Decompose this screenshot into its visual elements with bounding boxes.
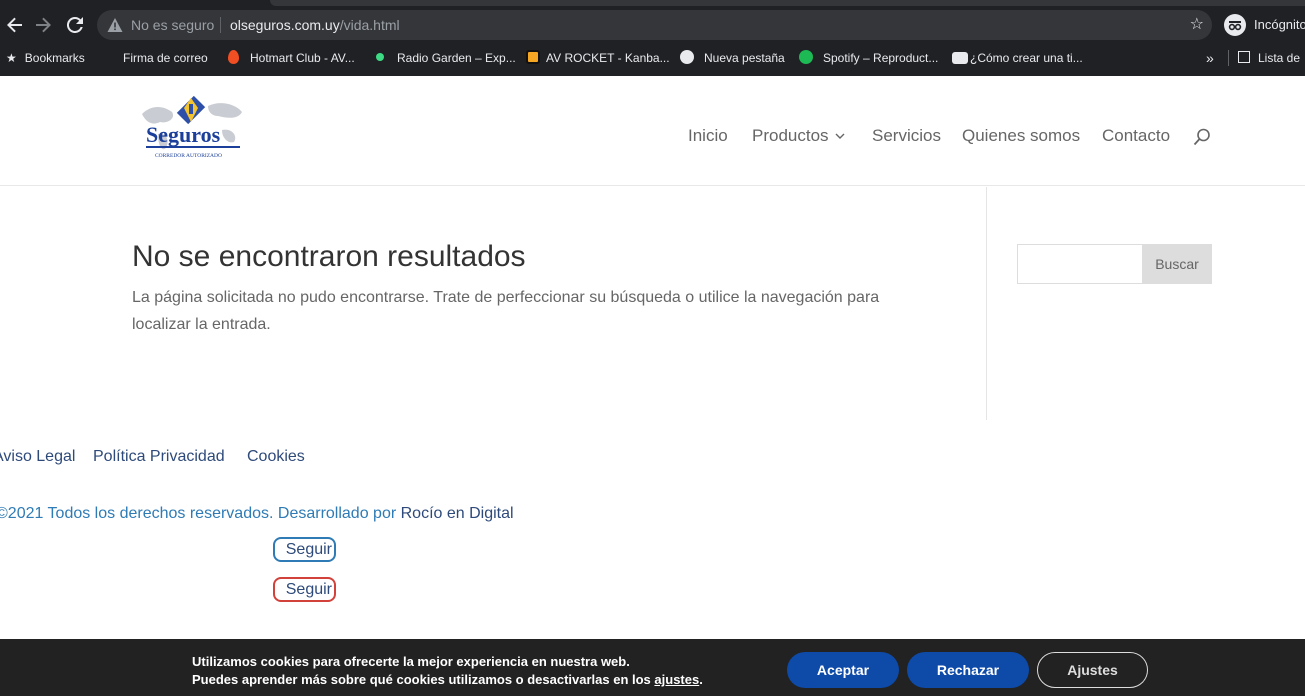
footer-link-cookies[interactable]: Cookies [247,448,305,466]
incognito-icon [1224,14,1246,36]
back-button[interactable] [0,8,30,42]
bookmark-label: Radio Garden – Exp... [397,51,516,65]
bookmark-label: Spotify – Reproduct... [823,51,939,65]
logo-image: Seguros CORREDOR AUTORIZADO [142,95,242,159]
back-arrow-icon [7,17,22,33]
incognito-indicator[interactable]: Incógnito [1222,8,1305,42]
av-rocket-icon [526,50,540,64]
bookmarks-bar: ★ Bookmarks Firma de correo Hotmart Club … [0,44,1305,72]
sidebar-divider [986,187,987,420]
sidebar-search-button[interactable]: Buscar [1142,244,1212,284]
nav-productos-label: Productos [752,126,829,145]
forward-button[interactable] [28,8,58,42]
sidebar-search-input[interactable] [1017,244,1143,284]
globe-icon [680,50,694,64]
bookmark-bookmarks[interactable]: ★ Bookmarks [6,44,85,72]
reading-list-label: Lista de [1258,51,1301,65]
more-bookmarks-button[interactable]: » [1206,44,1214,72]
cookie-line2-suffix: . [699,672,703,687]
url-path: /vida.html [339,17,400,33]
logo-subtext: CORREDOR AUTORIZADO [155,153,222,159]
tab-strip-edge [270,0,1305,6]
bookmark-radio-garden[interactable]: Radio Garden – Exp... [376,44,516,72]
footer-link-politica-privacidad[interactable]: Política Privacidad [93,448,225,466]
bookmarks-divider [1228,50,1229,66]
not-secure-label: No es seguro [131,17,215,33]
bookmark-star-icon[interactable]: ☆ [1190,10,1204,40]
site-logo[interactable]: Seguros CORREDOR AUTORIZADO [138,94,246,164]
bookmark-spotify[interactable]: Spotify – Reproduct... [799,44,938,72]
nav-productos[interactable]: Productos [752,126,845,146]
sidebar-search-form: Buscar [1017,244,1212,284]
blank-page-icon [107,50,117,64]
bookmark-firma-de-correo[interactable]: Firma de correo [107,44,208,72]
forward-arrow-icon [36,17,51,33]
accept-cookies-button[interactable]: Aceptar [787,652,899,688]
bookmark-label: Bookmarks [24,51,85,65]
radio-garden-icon [376,53,384,61]
bookmark-label: AV ROCKET - Kanba... [546,51,670,65]
page-title: No se encontraron resultados [132,240,526,273]
bookmark-label: Firma de correo [123,51,208,65]
reject-cookies-button[interactable]: Rechazar [907,652,1029,688]
reading-list-icon [1238,51,1250,63]
author-link[interactable]: Rocío en Digital [401,505,514,522]
follow-button-red[interactable]: Seguir [273,577,336,602]
footer-copyright: ©2021 Todos los derechos reservados. Des… [0,505,514,523]
reload-icon [66,16,83,33]
reload-button[interactable] [60,8,90,42]
url-text[interactable]: olseguros.com.uy/vida.html [230,10,400,40]
bookmark-av-rocket[interactable]: AV ROCKET - Kanba... [526,44,670,72]
codex-icon [952,52,968,64]
bookmark-hotmart[interactable]: Hotmart Club - AV... [228,44,355,72]
spotify-icon [799,50,813,64]
nav-contacto[interactable]: Contacto [1102,126,1170,146]
address-separator [220,17,221,33]
browser-toolbar: No es seguro olseguros.com.uy/vida.html … [0,8,1305,42]
url-domain: olseguros.com.uy [230,17,340,33]
cookie-consent-bar: Utilizamos cookies para ofrecerte la mej… [0,639,1305,696]
cookie-message: Utilizamos cookies para ofrecerte la mej… [192,653,703,689]
browser-chrome: No es seguro olseguros.com.uy/vida.html … [0,0,1305,76]
follow-button-blue[interactable]: Seguir [273,537,336,562]
star-icon: ★ [6,51,17,65]
cookie-settings-button[interactable]: Ajustes [1037,652,1148,688]
nav-quienes-somos[interactable]: Quienes somos [962,126,1080,146]
nav-servicios[interactable]: Servicios [872,126,941,146]
cookie-message-line1: Utilizamos cookies para ofrecerte la mej… [192,654,630,669]
warning-icon [107,18,123,32]
chevron-down-icon [835,133,845,139]
search-icon[interactable] [1193,128,1211,146]
cookie-message-line2: Puedes aprender más sobre qué cookies ut… [192,671,703,689]
cookie-settings-link[interactable]: ajustes [654,672,699,687]
nav-inicio[interactable]: Inicio [688,126,728,146]
cookie-line2-prefix: Puedes aprender más sobre qué cookies ut… [192,672,651,687]
not-found-message: La página solicitada no pudo encontrarse… [132,289,880,333]
site-header: Seguros CORREDOR AUTORIZADO Inicio Produ… [0,76,1305,186]
bookmark-label: Hotmart Club - AV... [250,51,355,65]
hotmart-icon [228,50,239,64]
bookmark-label: Nueva pestaña [704,51,785,65]
logo-wordmark: Seguros [146,122,221,147]
incognito-label: Incógnito [1254,17,1305,32]
bookmark-nueva-pestana[interactable]: Nueva pestaña [680,44,785,72]
bookmark-label: ¿Cómo crear una ti... [970,51,1083,65]
copyright-text: ©2021 Todos los derechos reservados. Des… [0,505,397,522]
footer-link-aviso-legal[interactable]: Aviso Legal [0,448,75,466]
address-bar[interactable]: No es seguro olseguros.com.uy/vida.html … [97,10,1212,40]
reading-list-button[interactable]: Lista de [1238,44,1300,72]
bookmark-como-crear[interactable]: ¿Cómo crear una ti... [952,44,1083,72]
